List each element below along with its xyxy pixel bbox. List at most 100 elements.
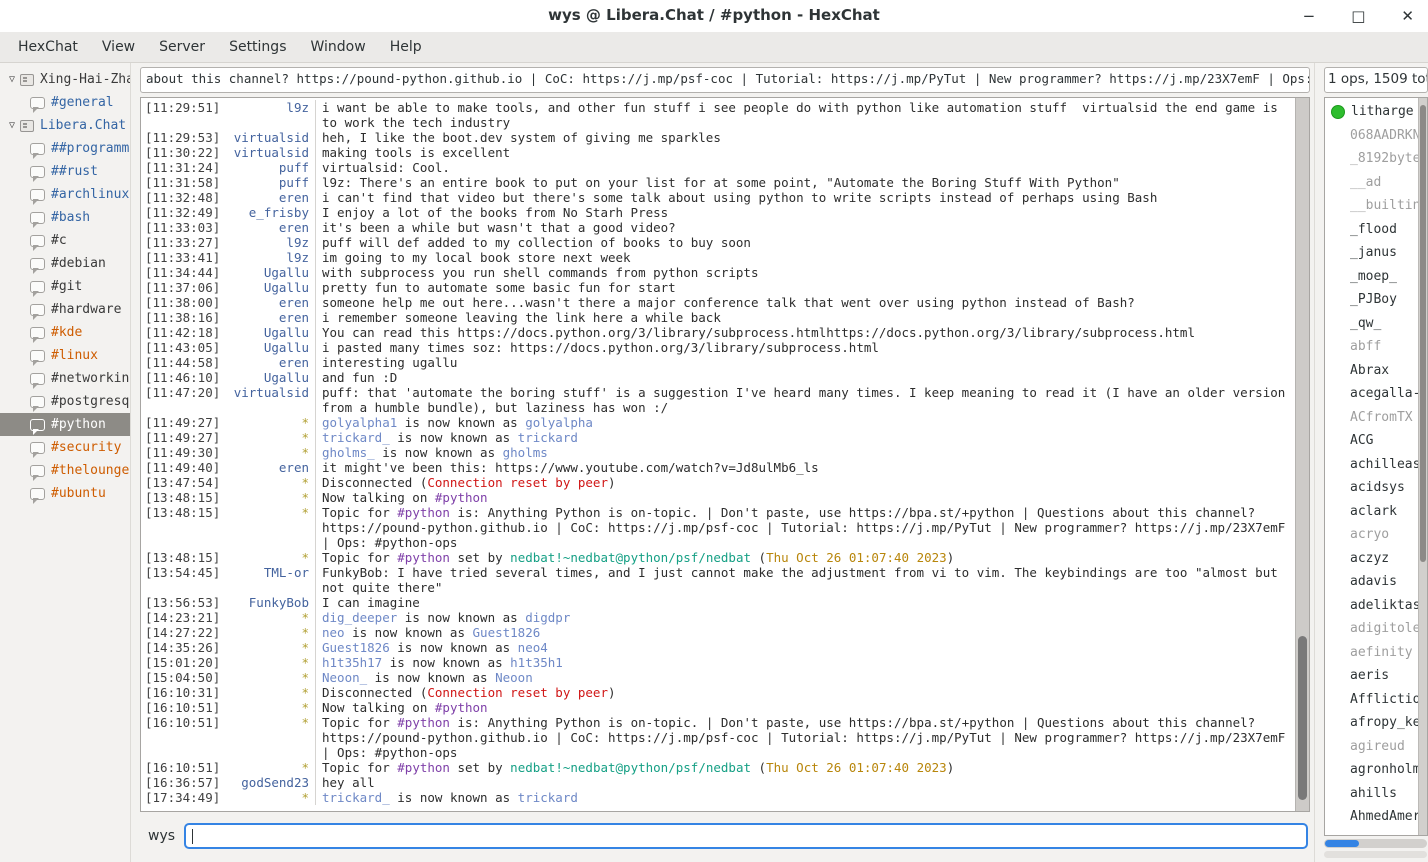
user-item[interactable]: adeliktas bbox=[1325, 594, 1418, 618]
user-item[interactable]: _flood bbox=[1325, 218, 1418, 242]
nick[interactable]: TML-or bbox=[225, 565, 315, 580]
user-item[interactable]: aclark bbox=[1325, 500, 1418, 524]
nick[interactable]: virtualsid bbox=[225, 145, 315, 160]
userlist-hscrollbar[interactable] bbox=[1324, 839, 1427, 848]
status-star[interactable]: * bbox=[225, 550, 315, 565]
sidebar-item-debian[interactable]: #debian bbox=[0, 252, 130, 275]
userlist-hscrollbar-thumb[interactable] bbox=[1325, 840, 1359, 847]
sidebar-item-git[interactable]: #git bbox=[0, 275, 130, 298]
status-star[interactable]: * bbox=[225, 490, 315, 505]
nick[interactable]: eren bbox=[225, 295, 315, 310]
user-item[interactable]: ACG bbox=[1325, 429, 1418, 453]
user-item[interactable]: AhmedAmer bbox=[1325, 805, 1418, 829]
nick[interactable]: eren bbox=[225, 310, 315, 325]
sidebar-item-postgresql[interactable]: #postgresql bbox=[0, 390, 130, 413]
user-item[interactable]: __builtin bbox=[1325, 194, 1418, 218]
userlist-scrollbar-thumb[interactable] bbox=[1420, 105, 1426, 562]
sidebar-item-ubuntu[interactable]: #ubuntu bbox=[0, 482, 130, 505]
user-item[interactable]: litharge bbox=[1325, 100, 1418, 124]
user-item[interactable]: adavis bbox=[1325, 570, 1418, 594]
nick[interactable]: e_frisby bbox=[225, 205, 315, 220]
sidebar-item-xing-hai-zhan[interactable]: ▽Xing-Hai-Zhan bbox=[0, 68, 130, 91]
sidebar-item-networking[interactable]: #networking bbox=[0, 367, 130, 390]
status-star[interactable]: * bbox=[225, 760, 315, 775]
status-star[interactable]: * bbox=[225, 655, 315, 670]
user-item[interactable]: agronholm bbox=[1325, 758, 1418, 782]
user-item[interactable]: __ad bbox=[1325, 171, 1418, 195]
nick[interactable]: eren bbox=[225, 355, 315, 370]
user-item[interactable]: afropy_ke bbox=[1325, 711, 1418, 735]
nick[interactable]: Ugallu bbox=[225, 340, 315, 355]
status-star[interactable]: * bbox=[225, 445, 315, 460]
user-item[interactable]: abff bbox=[1325, 335, 1418, 359]
menu-item-view[interactable]: View bbox=[90, 34, 147, 60]
close-button[interactable]: ✕ bbox=[1401, 5, 1414, 27]
nick[interactable]: l9z bbox=[225, 235, 315, 250]
tree-expander-icon[interactable]: ▽ bbox=[4, 120, 20, 131]
nick[interactable]: godSend23 bbox=[225, 775, 315, 790]
user-item[interactable]: Affliction bbox=[1325, 688, 1418, 712]
nick[interactable]: virtualsid bbox=[225, 130, 315, 145]
nick[interactable]: FunkyBob bbox=[225, 595, 315, 610]
userlist-scrollbar[interactable] bbox=[1418, 98, 1427, 835]
nick[interactable]: Ugallu bbox=[225, 325, 315, 340]
menu-item-window[interactable]: Window bbox=[298, 34, 377, 60]
sidebar-item-bash[interactable]: #bash bbox=[0, 206, 130, 229]
user-item[interactable]: ACfromTX bbox=[1325, 406, 1418, 430]
nick[interactable]: Ugallu bbox=[225, 370, 315, 385]
user-item[interactable]: _8192byte bbox=[1325, 147, 1418, 171]
status-star[interactable]: * bbox=[225, 415, 315, 430]
user-item[interactable]: adigitole bbox=[1325, 617, 1418, 641]
user-item[interactable]: aeris bbox=[1325, 664, 1418, 688]
chat-scrollbar[interactable] bbox=[1295, 98, 1309, 811]
user-item[interactable]: _moep_ bbox=[1325, 265, 1418, 289]
tree-expander-icon[interactable]: ▽ bbox=[4, 74, 20, 85]
sidebar-item-libera.chat[interactable]: ▽Libera.Chat bbox=[0, 114, 130, 137]
sidebar-item-linux[interactable]: #linux bbox=[0, 344, 130, 367]
user-item[interactable]: aefinity bbox=[1325, 641, 1418, 665]
chat-scrollbar-thumb[interactable] bbox=[1298, 636, 1307, 800]
sidebar-item-security[interactable]: #security bbox=[0, 436, 130, 459]
sidebar-item-programming[interactable]: ##programming bbox=[0, 137, 130, 160]
user-item[interactable]: aczyz bbox=[1325, 547, 1418, 571]
status-star[interactable]: * bbox=[225, 475, 315, 490]
menu-item-settings[interactable]: Settings bbox=[217, 34, 298, 60]
nick[interactable]: eren bbox=[225, 460, 315, 475]
status-star[interactable]: * bbox=[225, 610, 315, 625]
status-star[interactable]: * bbox=[225, 505, 315, 520]
sidebar-item-rust[interactable]: ##rust bbox=[0, 160, 130, 183]
sidebar-item-general[interactable]: #general bbox=[0, 91, 130, 114]
sidebar-item-thelounge[interactable]: #thelounge bbox=[0, 459, 130, 482]
user-item[interactable]: 068AADRKN bbox=[1325, 124, 1418, 148]
user-item[interactable]: acryo bbox=[1325, 523, 1418, 547]
menu-item-server[interactable]: Server bbox=[147, 34, 217, 60]
minimize-button[interactable]: − bbox=[1303, 5, 1316, 27]
nick[interactable]: l9z bbox=[225, 250, 315, 265]
status-star[interactable]: * bbox=[225, 685, 315, 700]
user-item[interactable]: ahills bbox=[1325, 782, 1418, 806]
sidebar-item-c[interactable]: #c bbox=[0, 229, 130, 252]
nick[interactable]: puff bbox=[225, 175, 315, 190]
menu-item-help[interactable]: Help bbox=[378, 34, 434, 60]
nick[interactable]: eren bbox=[225, 220, 315, 235]
nick[interactable]: l9z bbox=[225, 100, 315, 115]
status-star[interactable]: * bbox=[225, 715, 315, 730]
status-star[interactable]: * bbox=[225, 430, 315, 445]
nick[interactable]: Ugallu bbox=[225, 280, 315, 295]
sidebar-item-kde[interactable]: #kde bbox=[0, 321, 130, 344]
user-item[interactable]: acidsys bbox=[1325, 476, 1418, 500]
user-item[interactable]: _qw_ bbox=[1325, 312, 1418, 336]
message-input[interactable] bbox=[184, 823, 1308, 849]
maximize-button[interactable]: □ bbox=[1351, 5, 1365, 27]
sidebar-item-archlinux[interactable]: #archlinux bbox=[0, 183, 130, 206]
status-star[interactable]: * bbox=[225, 670, 315, 685]
pane-splitter-right[interactable] bbox=[1314, 63, 1322, 862]
status-star[interactable]: * bbox=[225, 640, 315, 655]
menu-item-hexchat[interactable]: HexChat bbox=[6, 34, 90, 60]
nick[interactable]: Ugallu bbox=[225, 265, 315, 280]
userlist-hscrollbar-track[interactable] bbox=[1324, 851, 1427, 858]
pane-splitter-left[interactable] bbox=[130, 63, 138, 862]
nick[interactable]: puff bbox=[225, 160, 315, 175]
nick[interactable]: virtualsid bbox=[225, 385, 315, 400]
user-item[interactable]: _PJBoy bbox=[1325, 288, 1418, 312]
